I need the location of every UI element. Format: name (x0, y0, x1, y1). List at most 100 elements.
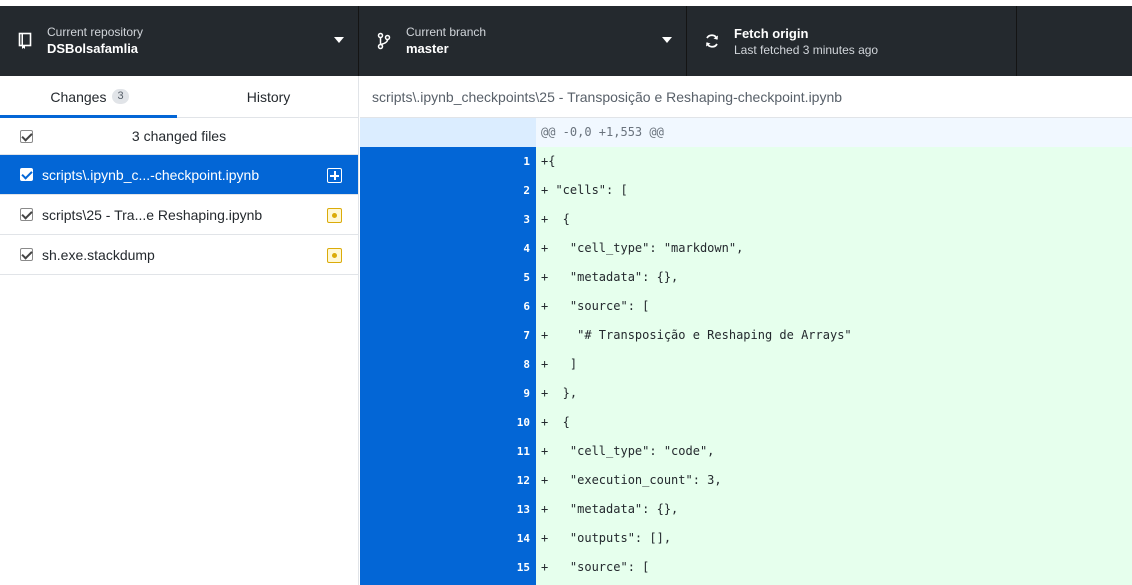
old-line-gutter (360, 350, 448, 379)
old-line-gutter (360, 176, 448, 205)
repository-icon (15, 31, 35, 51)
diff-line[interactable]: 2 + "cells": [ (360, 176, 1132, 205)
line-code: + { (536, 408, 1132, 437)
line-number: 14 (448, 524, 536, 553)
line-code: + "source": [ (536, 292, 1132, 321)
diff-lines[interactable]: @@ -0,0 +1,553 @@ 1 +{2 + "cells": [3 + {4 +… (360, 118, 1132, 585)
line-number: 9 (448, 379, 536, 408)
old-line-gutter (360, 118, 448, 147)
fetch-subtitle: Last fetched 3 minutes ago (734, 42, 879, 57)
tab-changes[interactable]: Changes 3 (0, 76, 179, 118)
file-checkbox[interactable] (20, 168, 33, 181)
file-checkbox[interactable] (20, 248, 33, 261)
line-code: + "cell_type": "code", (536, 437, 1132, 466)
old-line-gutter (360, 379, 448, 408)
old-line-gutter (360, 147, 448, 176)
app-toolbar: Current repository DSBolsafamlia Current… (0, 0, 1132, 76)
line-number: 1 (448, 147, 536, 176)
old-line-gutter (360, 205, 448, 234)
old-line-gutter (360, 292, 448, 321)
new-line-gutter (448, 118, 536, 147)
old-line-gutter (360, 263, 448, 292)
sync-icon (702, 31, 722, 51)
repository-text: Current repository DSBolsafamlia (47, 25, 143, 58)
line-number: 5 (448, 263, 536, 292)
diff-line[interactable]: 8 + ] (360, 350, 1132, 379)
tab-history-label: History (246, 88, 291, 105)
diff-line[interactable]: 6 + "source": [ (360, 292, 1132, 321)
diff-line[interactable]: 7 + "# Transposição e Reshaping de Arrays… (360, 321, 1132, 350)
fetch-text: Fetch origin Last fetched 3 minutes ago (734, 25, 878, 58)
fetch-origin-button[interactable]: Fetch origin Last fetched 3 minutes ago (687, 6, 1017, 76)
repository-name: DSBolsafamlia (47, 40, 139, 56)
line-number: 2 (448, 176, 536, 205)
diff-line[interactable]: 9 + }, (360, 379, 1132, 408)
branch-text: Current branch master (406, 25, 486, 58)
branch-name: master (406, 40, 449, 56)
diff-line[interactable]: 14 + "outputs": [], (360, 524, 1132, 553)
branch-selector[interactable]: Current branch master (359, 6, 687, 76)
changed-files-header: 3 changed files (0, 118, 358, 155)
line-number: 11 (448, 437, 536, 466)
repository-selector[interactable]: Current repository DSBolsafamlia (0, 6, 359, 76)
branch-dropdown-caret-icon (662, 37, 672, 43)
file-name: sh.exe.stackdump (42, 246, 155, 263)
diff-line[interactable]: 1 +{ (360, 147, 1132, 176)
line-number: 3 (448, 205, 536, 234)
line-number: 10 (448, 408, 536, 437)
diff-line[interactable]: 11 + "cell_type": "code", (360, 437, 1132, 466)
file-modified-icon (327, 208, 342, 223)
hunk-header-text: @@ -0,0 +1,553 @@ (536, 118, 1132, 147)
repository-label: Current repository (47, 24, 144, 39)
select-all-checkbox[interactable] (20, 129, 33, 143)
line-code: +{ (536, 147, 1132, 176)
line-code: + "execution_count": 3, (536, 466, 1132, 495)
line-code: + { (536, 205, 1132, 234)
diff-file-path: scripts\.ipynb_checkpoints\25 - Transpos… (360, 76, 1132, 118)
tab-changes-label: Changes (50, 88, 107, 105)
file-checkbox[interactable] (20, 208, 33, 221)
file-list-item[interactable]: scripts\25 - Tra...e Reshaping.ipynb (0, 195, 358, 235)
sidebar-tabs: Changes 3 History (0, 76, 358, 118)
old-line-gutter (360, 234, 448, 263)
old-line-gutter (360, 466, 448, 495)
line-number: 8 (448, 350, 536, 379)
file-modified-icon (327, 248, 342, 263)
tab-history[interactable]: History (179, 76, 358, 117)
file-list-item[interactable]: scripts\.ipynb_c...-checkpoint.ipynb (0, 155, 358, 195)
line-code: + "# Transposição e Reshaping de Arrays" (536, 321, 1132, 350)
diff-line[interactable]: 15 + "source": [ (360, 553, 1132, 582)
diff-line[interactable]: 3 + { (360, 205, 1132, 234)
old-line-gutter (360, 437, 448, 466)
old-line-gutter (360, 321, 448, 350)
changes-count-badge: 3 (112, 89, 129, 104)
branch-icon (374, 31, 394, 51)
line-code: + "outputs": [], (536, 524, 1132, 553)
diff-line[interactable]: 5 + "metadata": {}, (360, 263, 1132, 292)
old-line-gutter (360, 408, 448, 437)
diff-hunk-header: @@ -0,0 +1,553 @@ (360, 118, 1132, 147)
branch-label: Current branch (406, 24, 487, 39)
line-number: 13 (448, 495, 536, 524)
file-list-item[interactable]: sh.exe.stackdump (0, 235, 358, 275)
diff-line[interactable]: 10 + { (360, 408, 1132, 437)
fetch-title: Fetch origin (734, 25, 809, 41)
line-code: + }, (536, 379, 1132, 408)
diff-line[interactable]: 13 + "metadata": {}, (360, 495, 1132, 524)
repository-dropdown-caret-icon (334, 37, 344, 43)
toolbar-dark-bar: Current repository DSBolsafamlia Current… (0, 6, 1132, 76)
line-code: + "cell_type": "markdown", (536, 234, 1132, 263)
changed-files-count: 3 changed files (131, 128, 227, 144)
file-added-icon (327, 168, 342, 183)
line-code: + ] (536, 350, 1132, 379)
diff-line[interactable]: 12 + "execution_count": 3, (360, 466, 1132, 495)
file-name: scripts\.ipynb_c...-checkpoint.ipynb (42, 166, 260, 183)
line-number: 7 (448, 321, 536, 350)
old-line-gutter (360, 553, 448, 582)
diff-line[interactable]: 4 + "cell_type": "markdown", (360, 234, 1132, 263)
old-line-gutter (360, 495, 448, 524)
file-name: scripts\25 - Tra...e Reshaping.ipynb (42, 206, 263, 223)
line-code: + "metadata": {}, (536, 263, 1132, 292)
changes-sidebar: Changes 3 History 3 changed files script… (0, 76, 359, 585)
